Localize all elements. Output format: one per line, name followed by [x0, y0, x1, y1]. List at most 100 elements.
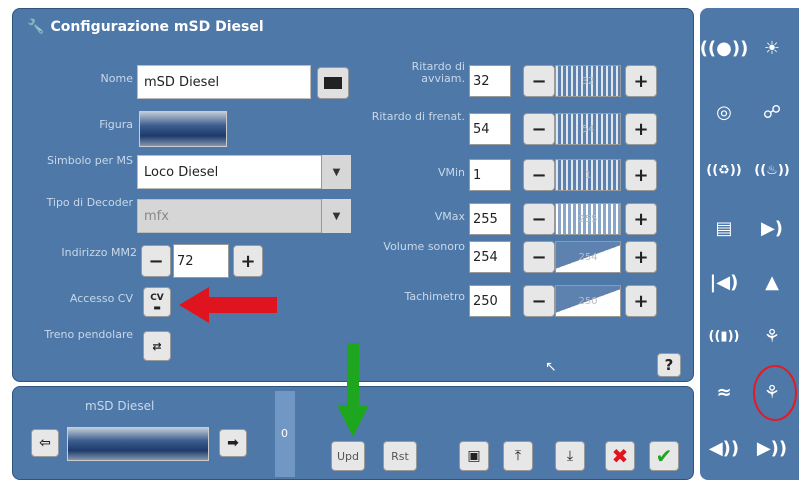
vmin-slider[interactable]: 1: [555, 159, 621, 191]
keyboard-icon: [324, 77, 342, 89]
wireless-sound-icon[interactable]: ((●)): [700, 26, 749, 70]
vmin-plus[interactable]: +: [625, 159, 657, 191]
keyboard-button[interactable]: [317, 67, 349, 99]
wave-panto-icon[interactable]: ≈: [702, 370, 746, 414]
radio-antenna-icon[interactable]: ▤: [702, 206, 746, 250]
radio-lock-icon[interactable]: ((▮)): [702, 314, 746, 358]
config-panel: 🔧 Configurazione mSD Diesel Nome mSD Die…: [12, 8, 694, 382]
cv-access-button[interactable]: CV ▬: [143, 287, 171, 317]
start-delay-slider[interactable]: 32: [555, 65, 621, 97]
download-button[interactable]: ⤓: [555, 441, 585, 471]
reset-button[interactable]: Rst: [383, 441, 417, 471]
tachometer-slider[interactable]: 250: [555, 285, 621, 317]
start-delay-input[interactable]: 32: [469, 65, 511, 97]
brake-delay-input[interactable]: 54: [469, 113, 511, 145]
tachometer-plus[interactable]: +: [625, 285, 657, 317]
decoder-select[interactable]: mfx: [137, 199, 351, 233]
symbol-dropdown-icon[interactable]: ▼: [321, 155, 351, 189]
arrow-left-icon: ⇦: [39, 435, 51, 451]
address-minus-button[interactable]: −: [141, 245, 171, 277]
symbol-select[interactable]: Loco Diesel: [137, 155, 351, 189]
volume-minus[interactable]: −: [523, 241, 555, 273]
symbol-value: Loco Diesel: [144, 164, 219, 180]
start-delay-label: Ritardo di avviam.: [411, 60, 465, 85]
horn-icon[interactable]: ▶): [750, 206, 794, 250]
vmax-minus[interactable]: −: [523, 203, 555, 235]
loco-selector-panel: mSD Diesel ⇦ ➡ 0 Upd Rst ▣ ⤒ ⤓ ✖ ✔: [12, 343, 694, 480]
name-input[interactable]: mSD Diesel: [137, 65, 311, 99]
next-loco-button[interactable]: ➡: [219, 429, 247, 457]
address-input[interactable]: 72: [173, 244, 229, 278]
figure-label: Figura: [99, 118, 133, 131]
horn-right-icon[interactable]: ▶)): [750, 426, 794, 470]
app-frame: 🔧 Configurazione mSD Diesel Nome mSD Die…: [0, 0, 799, 484]
function-sidebar: ((●)) ☀ ◎ ☍ ((♻)) ((♨)) ▤ ▶) |◀) ▲ ((▮))…: [700, 8, 799, 480]
weight-icon[interactable]: ▲: [750, 260, 794, 304]
name-label: Nome: [100, 72, 133, 85]
confirm-button[interactable]: ✔: [649, 441, 679, 471]
start-delay-minus[interactable]: −: [523, 65, 555, 97]
save-button[interactable]: ▣: [459, 441, 489, 471]
cursor-icon: ↖: [545, 359, 557, 375]
tachometer-minus[interactable]: −: [523, 285, 555, 317]
decoder-value: mfx: [144, 208, 169, 224]
start-delay-plus[interactable]: +: [625, 65, 657, 97]
volume-input[interactable]: 254: [469, 241, 511, 273]
update-button[interactable]: Upd: [331, 441, 365, 471]
horn-left-icon[interactable]: |◀): [702, 260, 746, 304]
close-icon: ✖: [611, 444, 629, 468]
prev-loco-button[interactable]: ⇦: [31, 429, 59, 457]
vmin-minus[interactable]: −: [523, 159, 555, 191]
coupler-icon[interactable]: ☍: [750, 90, 794, 134]
vmax-slider[interactable]: 255: [555, 203, 621, 235]
light-icon[interactable]: ☀: [750, 26, 794, 70]
decoder-dropdown-icon[interactable]: ▼: [321, 199, 351, 233]
panel-header: 🔧 Configurazione mSD Diesel: [27, 19, 264, 35]
help-button[interactable]: ?: [657, 353, 681, 377]
cv-label: Accesso CV: [69, 292, 133, 305]
red-arrow-icon: [179, 287, 277, 323]
tachometer-input[interactable]: 250: [469, 285, 511, 317]
volume-plus[interactable]: +: [625, 241, 657, 273]
brake-delay-label: Ritardo di frenat.: [371, 110, 465, 123]
upload-icon: ⤒: [514, 448, 522, 464]
green-arrow-icon: [337, 343, 369, 437]
address-label: Indirizzo MM2: [61, 246, 137, 259]
volume-label: Volume sonoro: [383, 240, 465, 253]
cancel-button[interactable]: ✖: [605, 441, 635, 471]
vmin-label: VMin: [437, 166, 465, 179]
tachometer-label: Tachimetro: [404, 290, 465, 303]
crane-hook-icon[interactable]: ⚘: [750, 314, 794, 358]
volume-slider[interactable]: 254: [555, 241, 621, 273]
brake-delay-plus[interactable]: +: [625, 113, 657, 145]
radio-wave-icon[interactable]: ◎: [702, 90, 746, 134]
smoke-sound-icon[interactable]: ((♻)): [702, 148, 746, 192]
shuttle-label: Treno pendolare: [44, 328, 133, 341]
arrow-right-icon: ➡: [227, 435, 239, 451]
decoder-label: Tipo di Decoder: [46, 196, 133, 209]
vmax-plus[interactable]: +: [625, 203, 657, 235]
loco-preview-image: [67, 427, 209, 461]
vmax-input[interactable]: 255: [469, 203, 511, 235]
horn-small-icon[interactable]: ◀)): [702, 426, 746, 470]
vmin-input[interactable]: 1: [469, 159, 511, 191]
brake-delay-minus[interactable]: −: [523, 113, 555, 145]
check-icon: ✔: [655, 444, 673, 468]
bell-sound-icon[interactable]: ((♨)): [750, 148, 794, 192]
vmax-label: VMax: [434, 210, 465, 223]
wrench-icon: 🔧: [27, 19, 45, 35]
zero-label: 0: [281, 427, 288, 440]
cv-button-label: CV: [150, 292, 164, 303]
download-icon: ⤓: [566, 448, 574, 464]
symbol-label: Simbolo per MS: [47, 154, 133, 167]
locomotive-small-icon: ▬: [153, 302, 161, 312]
panel-title: Configurazione mSD Diesel: [50, 19, 264, 35]
address-plus-button[interactable]: +: [233, 245, 263, 277]
upload-button[interactable]: ⤒: [503, 441, 533, 471]
locomotive-figure-button[interactable]: [139, 111, 227, 147]
save-icon: ▣: [467, 448, 481, 464]
highlight-circle-icon: [753, 365, 797, 421]
shuttle-train-button[interactable]: ⇄: [143, 331, 171, 361]
shuttle-icon: ⇄: [152, 339, 162, 353]
brake-delay-slider[interactable]: 54: [555, 113, 621, 145]
